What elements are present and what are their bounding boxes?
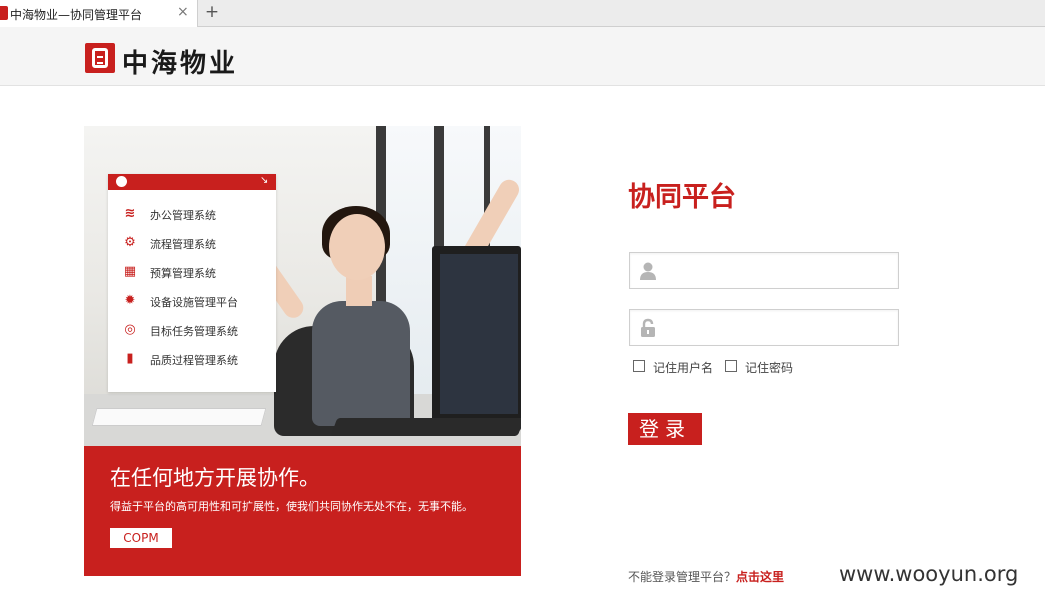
menu-item-workflow: ⚙ 流程管理系统 [122, 233, 272, 253]
hero-subline: 得益于平台的高可用性和可扩展性，使我们共同协作无处不在，无事不能。 [110, 500, 473, 513]
document-paper [91, 408, 267, 426]
hero-red-band: 在任何地方开展协作。 得益于平台的高可用性和可扩展性，使我们共同协作无处不在，无… [84, 446, 521, 576]
target-icon: ◎ [124, 322, 136, 337]
login-help: 不能登录管理平台？点击这里 [628, 568, 784, 585]
password-input[interactable] [666, 316, 891, 340]
menu-item-label: 目标任务管理系统 [150, 325, 238, 338]
close-tab-icon[interactable]: × [177, 5, 189, 19]
help-text: 不能登录管理平台？ [628, 570, 737, 584]
menu-item-facility: ✹ 设备设施管理平台 [122, 291, 272, 311]
folder-icon: ≋ [124, 206, 136, 221]
menu-item-office: ≋ 办公管理系统 [122, 204, 272, 224]
monitor [432, 246, 521, 431]
menu-item-quality: ▮ 品质过程管理系统 [122, 349, 272, 369]
login-button[interactable]: 登录 [628, 413, 702, 445]
menu-item-target: ◎ 目标任务管理系统 [122, 320, 272, 340]
menu-item-label: 办公管理系统 [150, 209, 216, 222]
username-field[interactable] [629, 252, 899, 289]
password-field[interactable] [629, 309, 899, 346]
lock-icon [638, 318, 658, 338]
menu-item-label: 流程管理系统 [150, 238, 216, 251]
remember-password-label[interactable]: 记住密码 [745, 359, 793, 376]
user-icon [638, 261, 658, 281]
remember-username-label[interactable]: 记住用户名 [653, 359, 713, 376]
bar-chart-icon: ▮ [126, 351, 134, 366]
person-neck [346, 276, 372, 306]
calculator-icon: ▦ [123, 264, 137, 279]
expand-icon: ↘ [260, 175, 269, 186]
hero-headline: 在任何地方开展协作。 [110, 466, 320, 490]
browser-tabstrip: 中海物业—协同管理平台 × + [0, 0, 1045, 27]
gear-icon: ✹ [124, 293, 136, 308]
system-menu-card: ↘ ≋ 办公管理系统 ⚙ 流程管理系统 ▦ 预算管理系统 ✹ 设备设施管理平台 … [108, 174, 276, 392]
menu-item-label: 品质过程管理系统 [150, 354, 238, 367]
logo-icon [85, 43, 115, 73]
checkbox-box[interactable] [725, 360, 737, 372]
new-tab-button[interactable]: + [201, 3, 223, 23]
site-header: 中海物业 [0, 27, 1045, 86]
hero-banner: ↘ ≋ 办公管理系统 ⚙ 流程管理系统 ▦ 预算管理系统 ✹ 设备设施管理平台 … [84, 126, 521, 576]
keyboard [330, 418, 521, 436]
tab-title: 中海物业—协同管理平台 [10, 8, 143, 22]
home-icon [116, 176, 127, 187]
menu-item-label: 设备设施管理平台 [150, 296, 238, 309]
username-input[interactable] [666, 259, 891, 283]
menu-card-bar: ↘ [108, 174, 276, 190]
menu-item-budget: ▦ 预算管理系统 [122, 262, 272, 282]
browser-tab[interactable]: 中海物业—协同管理平台 × [0, 0, 198, 27]
checkbox-box[interactable] [633, 360, 645, 372]
workflow-icon: ⚙ [124, 235, 136, 250]
remember-options: 记住用户名 记住密码 [633, 359, 873, 375]
copm-tag: COPM [110, 528, 172, 548]
office-photo: ↘ ≋ 办公管理系统 ⚙ 流程管理系统 ▦ 预算管理系统 ✹ 设备设施管理平台 … [84, 126, 521, 446]
help-link[interactable]: 点击这里 [736, 570, 784, 584]
watermark: www.wooyun.org [839, 562, 1019, 586]
menu-item-label: 预算管理系统 [150, 267, 216, 280]
logo-text: 中海物业 [122, 49, 239, 79]
login-title: 协同平台 [628, 182, 736, 213]
favicon-icon [0, 6, 8, 20]
person-face [329, 214, 385, 280]
person-figure [312, 301, 410, 426]
